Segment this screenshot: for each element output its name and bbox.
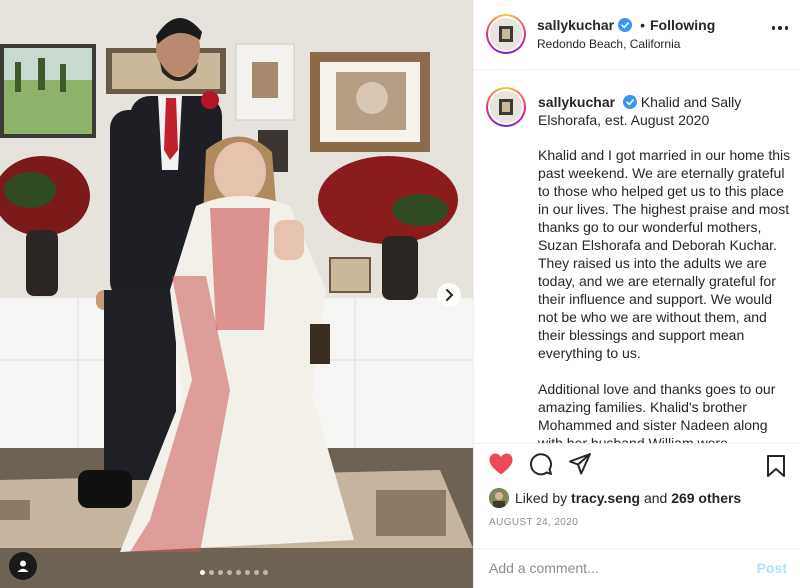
others-likes-link[interactable]: 269 others [671,490,741,506]
comment-button[interactable] [529,452,553,476]
tagged-users-button[interactable] [9,552,37,580]
likes-summary: Liked by tracy.seng and 269 others [489,488,741,508]
carousel-dot [227,570,232,575]
caption-username-link[interactable]: sallykuchar [538,94,615,110]
user-tag-icon [17,560,29,572]
author-avatar[interactable] [486,14,526,54]
following-button[interactable]: Following [650,17,715,33]
carousel-indicator [200,570,268,575]
carousel-dot [254,570,259,575]
likes-joiner: and [643,490,668,506]
carousel-dot [263,570,268,575]
caption-scroll-area[interactable]: sallykuchar Khalid and Sally Elshorafa, … [474,71,800,443]
caption-body: Khalid and I got married in our home thi… [538,146,793,443]
save-button[interactable] [765,454,787,478]
paper-plane-icon [569,453,591,475]
caption-author-avatar[interactable] [486,87,526,127]
caption-paragraph: Khalid and I got married in our home thi… [538,147,791,361]
post-header: sallykuchar • Following Redondo Beach, C… [474,0,800,70]
carousel-dot [245,570,250,575]
liker-username-link[interactable]: tracy.seng [571,490,640,506]
comment-input[interactable]: Add a comment... [489,560,599,576]
verified-badge-icon [622,95,637,109]
next-slide-button[interactable] [437,283,461,307]
carousel-dot [209,570,214,575]
carousel-dot [236,570,241,575]
avatar-image [490,18,522,50]
carousel-dot [218,570,223,575]
caption-headline: sallykuchar Khalid and Sally Elshorafa, … [538,93,778,129]
liked-by-prefix: Liked by [515,490,568,506]
post-date[interactable]: AUGUST 24, 2020 [489,517,578,528]
chevron-right-icon [446,289,454,301]
liker-avatar[interactable] [489,488,509,508]
comment-icon [530,453,552,476]
bookmark-icon [767,455,785,477]
share-button[interactable] [568,452,592,476]
avatar-image [489,488,509,508]
header-separator: • [640,17,645,33]
post-photo[interactable] [0,0,473,588]
wedding-photo [0,0,473,588]
author-username-link[interactable]: sallykuchar [537,17,614,33]
location-link[interactable]: Redondo Beach, California [537,37,680,51]
heart-icon [489,453,513,475]
carousel-dot [200,570,205,575]
like-button[interactable] [488,452,514,476]
post-actions: Liked by tracy.seng and 269 others AUGUS… [474,443,800,548]
verified-badge-icon [618,18,633,32]
caption-paragraph: Additional love and thanks goes to our a… [538,381,776,443]
comment-box: Add a comment... Post [474,548,800,588]
avatar-image [490,91,522,123]
post-comment-button[interactable]: Post [757,560,787,576]
post-side-panel: sallykuchar • Following Redondo Beach, C… [473,0,800,588]
more-options-icon[interactable] [771,26,788,30]
